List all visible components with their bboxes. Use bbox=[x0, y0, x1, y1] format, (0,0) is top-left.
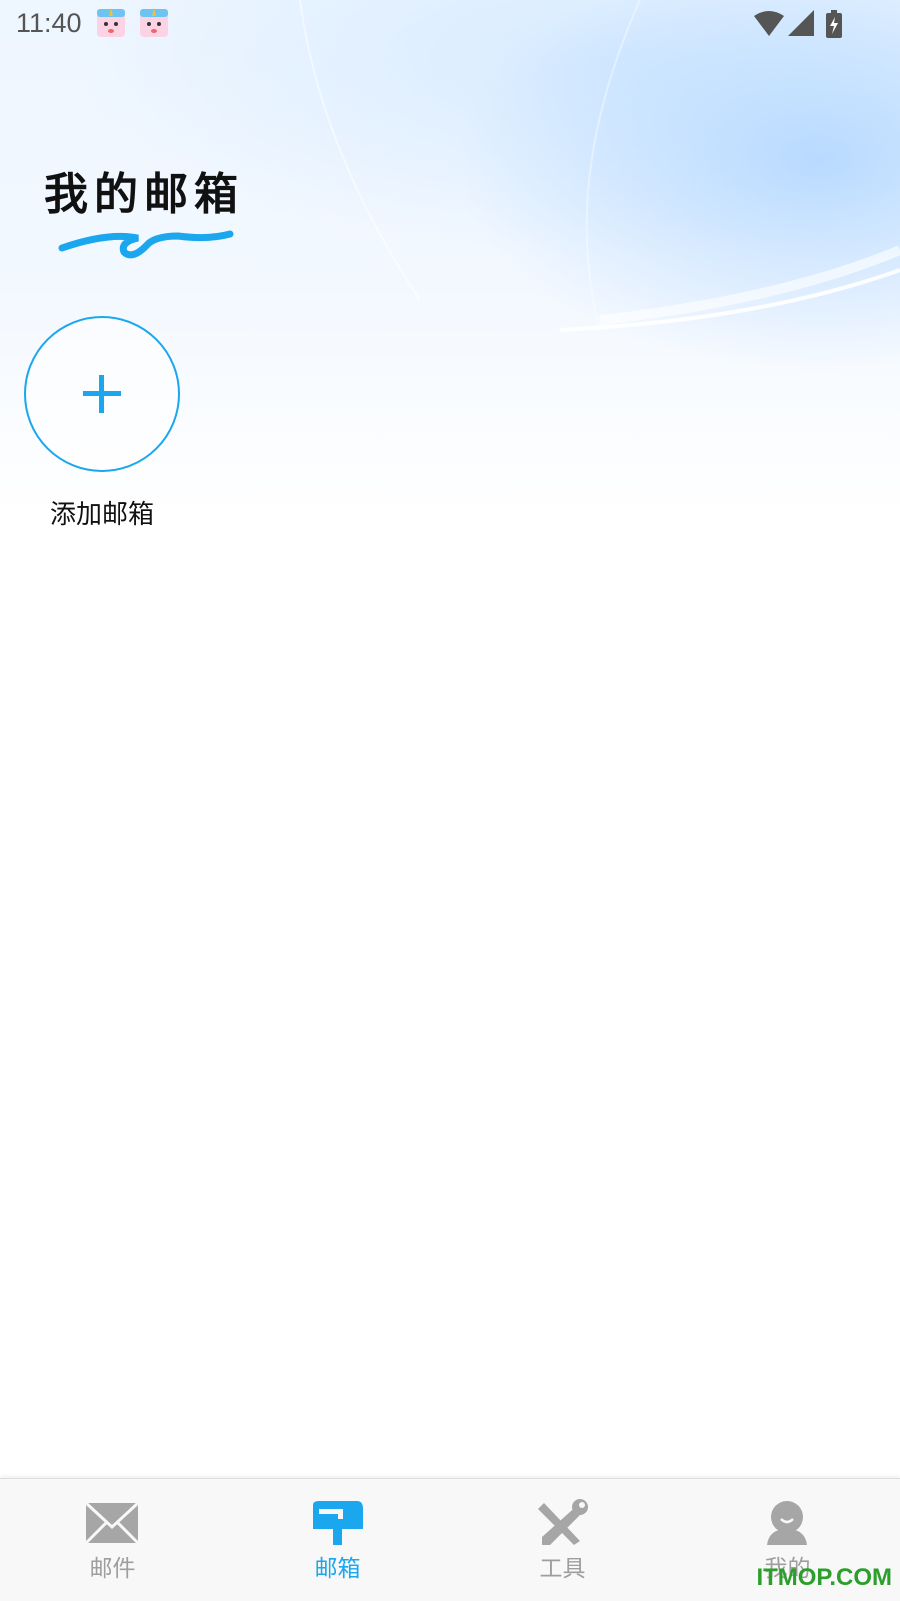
tab-label: 邮箱 bbox=[314, 1556, 361, 1582]
status-time: 11:40 bbox=[16, 8, 82, 38]
tab-tools[interactable]: 工具 bbox=[450, 1479, 675, 1601]
person-icon bbox=[767, 1501, 807, 1545]
tab-mailbox[interactable]: 邮箱 bbox=[225, 1479, 450, 1601]
envelope-icon bbox=[84, 1501, 140, 1545]
plus-icon bbox=[83, 375, 121, 413]
watermark: ITMOP.COM bbox=[756, 1564, 892, 1591]
battery-charging-icon bbox=[826, 10, 842, 38]
tools-icon bbox=[538, 1499, 588, 1545]
wifi-icon bbox=[754, 11, 784, 36]
add-mailbox-button[interactable] bbox=[24, 316, 180, 472]
tab-mail[interactable]: 邮件 bbox=[0, 1479, 225, 1601]
page-title: 我的邮箱 bbox=[44, 169, 244, 220]
tab-label: 邮件 bbox=[89, 1556, 136, 1582]
add-mailbox-label: 添加邮箱 bbox=[49, 500, 154, 530]
unicorn-app-icon bbox=[140, 8, 168, 37]
unicorn-app-icon bbox=[97, 8, 125, 37]
status-bar: 11:40 bbox=[0, 0, 900, 48]
title-swoosh-decoration bbox=[58, 230, 234, 259]
cell-signal-icon bbox=[788, 10, 814, 36]
mailbox-icon bbox=[313, 1501, 363, 1545]
tab-label: 工具 bbox=[539, 1556, 586, 1582]
